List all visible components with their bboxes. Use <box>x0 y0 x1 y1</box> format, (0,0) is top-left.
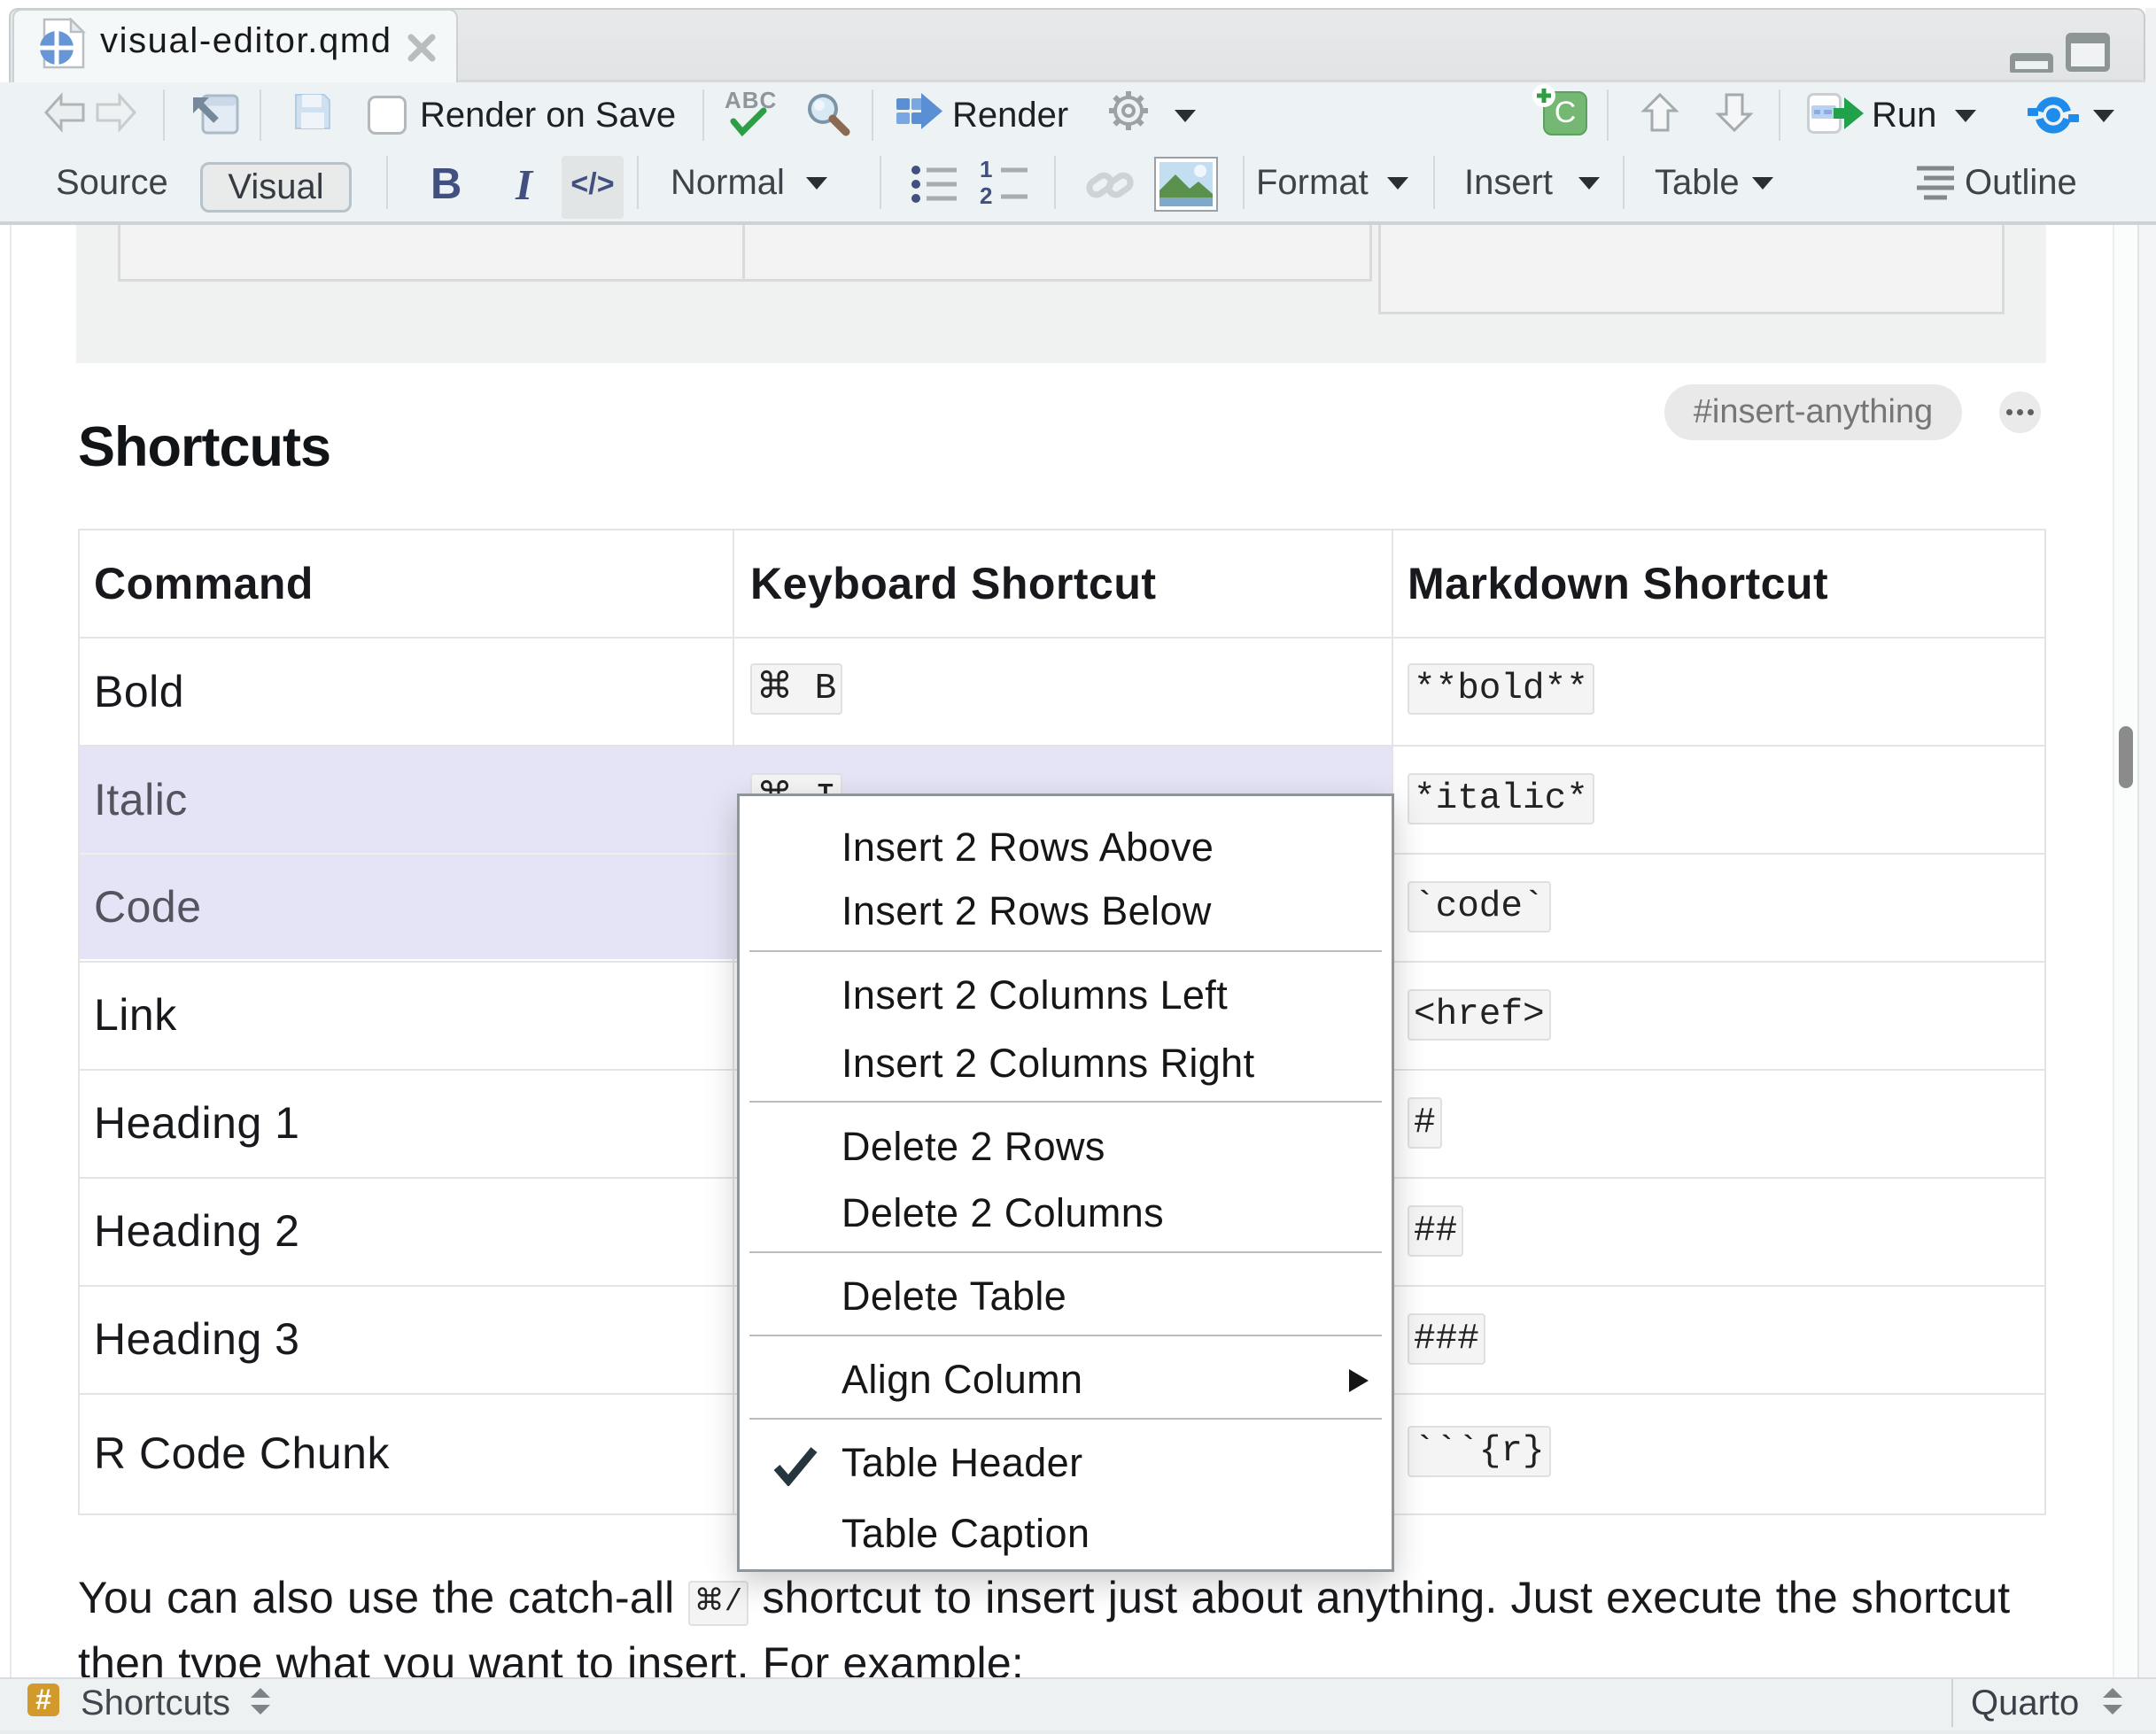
svg-text:1: 1 <box>980 159 992 182</box>
svg-text:2: 2 <box>980 182 992 209</box>
